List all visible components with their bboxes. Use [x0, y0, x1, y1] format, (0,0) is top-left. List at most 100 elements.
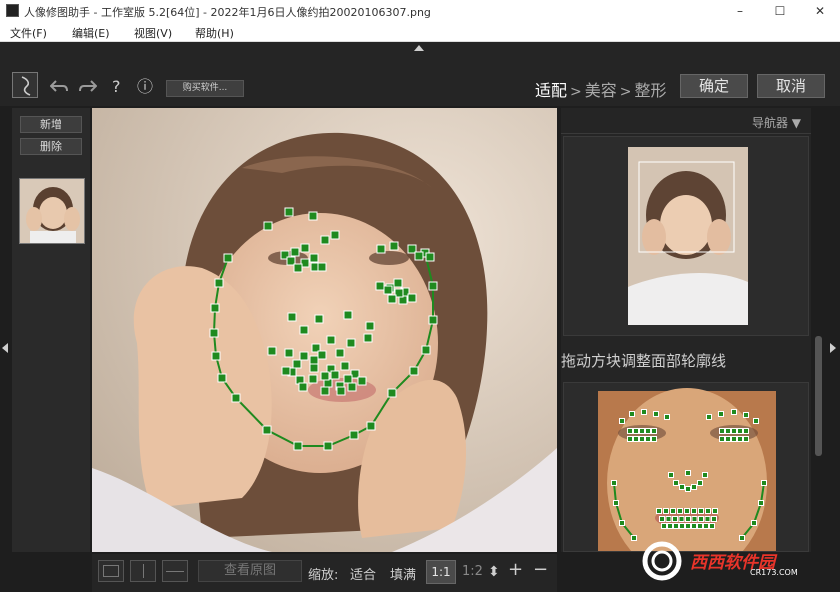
- example-eye-handle[interactable]: [725, 428, 731, 434]
- example-mouth-handle[interactable]: [667, 523, 673, 529]
- example-mouth-handle[interactable]: [672, 516, 678, 522]
- example-brow-handle[interactable]: [706, 414, 712, 420]
- example-eye-handle[interactable]: [719, 436, 725, 442]
- mouth-handle[interactable]: [298, 382, 308, 392]
- example-mouth-handle[interactable]: [709, 523, 715, 529]
- face-contour-handle[interactable]: [210, 303, 220, 313]
- photo-thumbnail[interactable]: [19, 178, 85, 244]
- nose-handle[interactable]: [346, 338, 356, 348]
- example-eye-handle[interactable]: [627, 436, 633, 442]
- example-contour-handle[interactable]: [751, 520, 757, 526]
- example-nose-handle[interactable]: [702, 472, 708, 478]
- example-mouth-handle[interactable]: [685, 523, 691, 529]
- zoom-stepper-icon[interactable]: ⬍: [488, 563, 500, 581]
- face-contour-handle[interactable]: [231, 393, 241, 403]
- example-contour-handle[interactable]: [613, 500, 619, 506]
- example-nose-handle[interactable]: [691, 484, 697, 490]
- navigator-dropdown[interactable]: 导航器 ▼: [752, 114, 801, 131]
- example-eye-handle[interactable]: [651, 428, 657, 434]
- example-eye-handle[interactable]: [719, 428, 725, 434]
- nose-handle[interactable]: [343, 310, 353, 320]
- right-eye-handle[interactable]: [387, 294, 397, 304]
- example-contour-handle[interactable]: [631, 535, 637, 541]
- example-contour-handle[interactable]: [611, 480, 617, 486]
- example-eye-handle[interactable]: [633, 436, 639, 442]
- nose-handle[interactable]: [287, 312, 297, 322]
- add-button[interactable]: 新增: [20, 116, 82, 133]
- example-mouth-handle[interactable]: [711, 516, 717, 522]
- face-contour-handle[interactable]: [209, 328, 219, 338]
- mouth-handle[interactable]: [343, 374, 353, 384]
- step-beauty[interactable]: 美容: [585, 81, 617, 100]
- redo-arrow-icon[interactable]: [79, 79, 98, 96]
- face-contour-handle[interactable]: [214, 278, 224, 288]
- example-eye-handle[interactable]: [639, 428, 645, 434]
- zoom-1-2-button[interactable]: 1:2: [462, 564, 483, 579]
- example-mouth-handle[interactable]: [659, 516, 665, 522]
- face-contour-handle[interactable]: [262, 425, 272, 435]
- face-contour-handle[interactable]: [211, 351, 221, 361]
- example-eye-handle[interactable]: [639, 436, 645, 442]
- close-button[interactable]: ✕: [800, 0, 840, 22]
- example-eye-handle[interactable]: [725, 436, 731, 442]
- face-contour-handle[interactable]: [428, 281, 438, 291]
- mouth-handle[interactable]: [309, 355, 319, 365]
- mouth-handle[interactable]: [317, 350, 327, 360]
- delete-button[interactable]: 删除: [20, 138, 82, 155]
- mouth-handle[interactable]: [267, 346, 277, 356]
- example-mouth-handle[interactable]: [691, 516, 698, 522]
- example-brow-handle[interactable]: [743, 412, 749, 418]
- example-eye-handle[interactable]: [645, 436, 651, 442]
- maximize-button[interactable]: ☐: [760, 0, 800, 22]
- mouth-handle[interactable]: [284, 348, 294, 358]
- confirm-button[interactable]: 确定: [680, 74, 748, 98]
- nose-handle[interactable]: [299, 325, 309, 335]
- mouth-handle[interactable]: [357, 376, 367, 386]
- example-nose-handle[interactable]: [673, 480, 679, 486]
- example-eye-handle[interactable]: [743, 436, 749, 442]
- zoom-fill-button[interactable]: 填满: [390, 564, 416, 583]
- help-icon[interactable]: ?: [112, 79, 121, 95]
- example-brow-handle[interactable]: [629, 411, 635, 417]
- mouth-handle[interactable]: [292, 359, 302, 369]
- example-mouth-handle[interactable]: [673, 523, 679, 529]
- example-mouth-handle[interactable]: [679, 523, 685, 529]
- mouth-handle[interactable]: [308, 374, 318, 384]
- left-brow-handle[interactable]: [263, 221, 273, 231]
- menu-file[interactable]: 文件(F): [10, 25, 47, 41]
- example-brow-handle[interactable]: [641, 409, 647, 415]
- example-brow-handle[interactable]: [653, 411, 659, 417]
- left-eye-handle[interactable]: [290, 247, 300, 257]
- example-mouth-handle[interactable]: [691, 523, 697, 529]
- right-panel-scrollbar[interactable]: [815, 336, 822, 552]
- example-contour-handle[interactable]: [761, 480, 767, 486]
- example-eye-handle[interactable]: [651, 436, 657, 442]
- example-mouth-handle[interactable]: [670, 508, 676, 514]
- mouth-handle[interactable]: [299, 351, 309, 361]
- example-eye-handle[interactable]: [627, 428, 633, 434]
- example-nose-handle[interactable]: [697, 480, 703, 486]
- example-brow-handle[interactable]: [731, 409, 737, 415]
- example-nose-handle[interactable]: [685, 486, 691, 492]
- photo-canvas[interactable]: [92, 108, 557, 552]
- example-brow-handle[interactable]: [718, 411, 724, 417]
- example-eye-handle[interactable]: [743, 428, 749, 434]
- example-mouth-handle[interactable]: [705, 508, 711, 514]
- left-eye-handle[interactable]: [300, 243, 310, 253]
- face-contour-handle[interactable]: [323, 441, 333, 451]
- right-eye-handle[interactable]: [383, 285, 393, 295]
- example-eye-handle[interactable]: [737, 428, 743, 434]
- example-mouth-handle[interactable]: [697, 523, 703, 529]
- face-contour-handle[interactable]: [366, 421, 376, 431]
- example-mouth-handle[interactable]: [703, 523, 709, 529]
- step-reshape[interactable]: 整形: [635, 81, 667, 100]
- info-icon[interactable]: ⓘ: [137, 79, 153, 95]
- example-contour-handle[interactable]: [619, 520, 625, 526]
- example-mouth-handle[interactable]: [677, 508, 683, 514]
- scrollbar-thumb[interactable]: [815, 336, 822, 456]
- example-mouth-handle[interactable]: [684, 508, 690, 514]
- example-eye-handle[interactable]: [633, 428, 639, 434]
- menu-help[interactable]: 帮助(H): [195, 25, 234, 41]
- zoom-fit-button[interactable]: 适合: [350, 564, 376, 583]
- zoom-1-1-button[interactable]: 1:1: [426, 560, 456, 584]
